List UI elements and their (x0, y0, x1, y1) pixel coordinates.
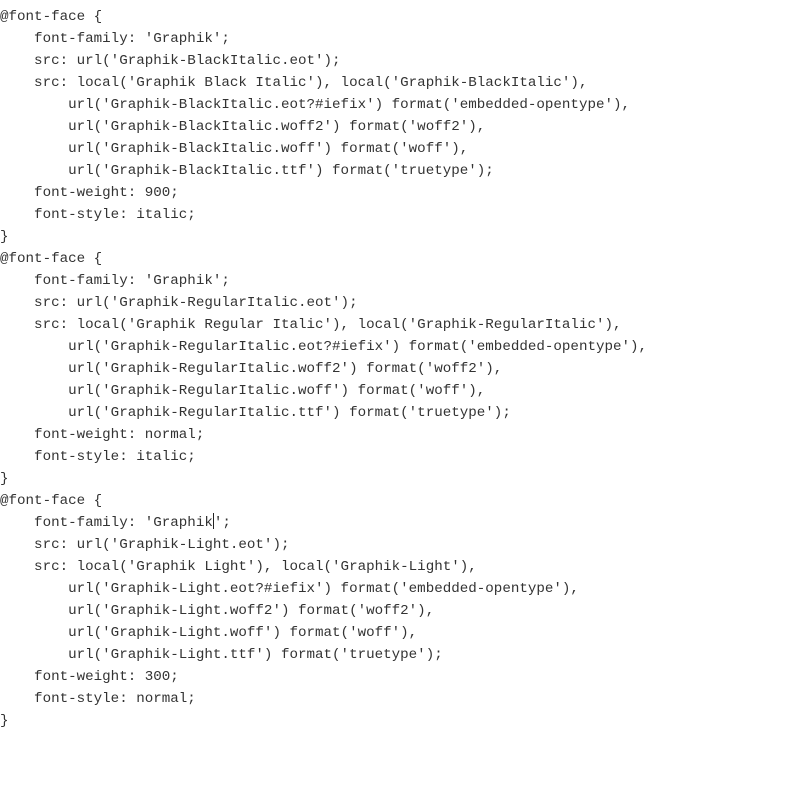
code-line: url('Graphik-RegularItalic.woff2') forma… (0, 358, 808, 380)
code-line: src: url('Graphik-RegularItalic.eot'); (0, 292, 808, 314)
code-line: url('Graphik-BlackItalic.woff') format('… (0, 138, 808, 160)
code-line: url('Graphik-Light.woff') format('woff')… (0, 622, 808, 644)
code-line: src: url('Graphik-Light.eot'); (0, 534, 808, 556)
code-line: src: local('Graphik Light'), local('Grap… (0, 556, 808, 578)
code-line: src: local('Graphik Regular Italic'), lo… (0, 314, 808, 336)
code-line: url('Graphik-RegularItalic.ttf') format(… (0, 402, 808, 424)
code-line: url('Graphik-BlackItalic.woff2') format(… (0, 116, 808, 138)
code-line: url('Graphik-Light.woff2') format('woff2… (0, 600, 808, 622)
code-line: @font-face { (0, 248, 808, 270)
code-line: font-weight: 900; (0, 182, 808, 204)
code-line: font-style: normal; (0, 688, 808, 710)
code-line: url('Graphik-RegularItalic.woff') format… (0, 380, 808, 402)
code-line: font-family: 'Graphik'; (0, 512, 808, 534)
code-line: url('Graphik-Light.ttf') format('truetyp… (0, 644, 808, 666)
code-line: url('Graphik-BlackItalic.eot?#iefix') fo… (0, 94, 808, 116)
code-line: } (0, 710, 808, 732)
code-line: @font-face { (0, 6, 808, 28)
code-line: font-family: 'Graphik'; (0, 270, 808, 292)
code-block[interactable]: @font-face { font-family: 'Graphik'; src… (0, 0, 808, 732)
code-line: url('Graphik-RegularItalic.eot?#iefix') … (0, 336, 808, 358)
code-line: font-weight: 300; (0, 666, 808, 688)
code-line: font-weight: normal; (0, 424, 808, 446)
code-line: src: url('Graphik-BlackItalic.eot'); (0, 50, 808, 72)
code-line: font-family: 'Graphik'; (0, 28, 808, 50)
code-line: url('Graphik-BlackItalic.ttf') format('t… (0, 160, 808, 182)
code-line: url('Graphik-Light.eot?#iefix') format('… (0, 578, 808, 600)
text-caret (213, 513, 214, 529)
code-line: @font-face { (0, 490, 808, 512)
code-line: src: local('Graphik Black Italic'), loca… (0, 72, 808, 94)
code-line: font-style: italic; (0, 204, 808, 226)
code-line: } (0, 468, 808, 490)
code-line: font-style: italic; (0, 446, 808, 468)
code-line: } (0, 226, 808, 248)
